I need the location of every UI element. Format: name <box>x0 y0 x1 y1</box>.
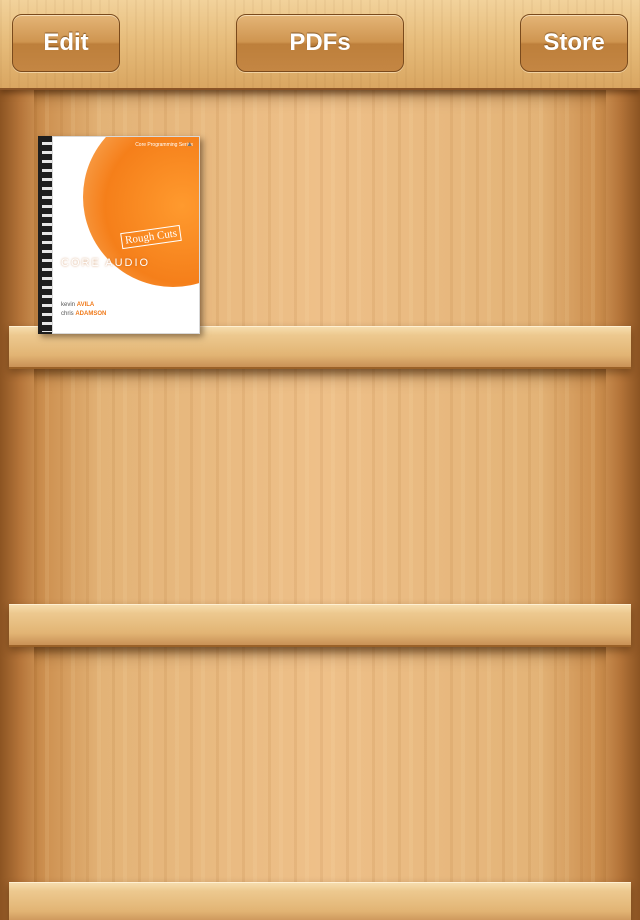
bookcase-left-side <box>0 88 36 920</box>
bookcase-right-side <box>604 88 640 920</box>
cover-authors: kevin AVILA chris ADAMSON <box>61 301 106 319</box>
shelf-back-3 <box>34 646 606 886</box>
book-cover: Core Programming Series ▲ Rough Cuts COR… <box>52 136 200 334</box>
spiral-binding <box>42 142 52 332</box>
author-2-first: chris <box>61 311 74 317</box>
shelf-plank-2 <box>9 604 631 647</box>
shelf-back-2 <box>34 368 606 608</box>
author-1: kevin AVILA <box>61 301 106 310</box>
cover-series: Core Programming Series <box>135 142 193 148</box>
book-core-audio[interactable]: Core Programming Series ▲ Rough Cuts COR… <box>38 136 200 334</box>
author-1-first: kevin <box>61 302 76 308</box>
edit-button[interactable]: Edit <box>12 14 120 72</box>
author-1-last: AVILA <box>76 302 95 308</box>
cover-title: CORE AUDIO <box>61 257 151 269</box>
author-2: chris ADAMSON <box>61 310 106 319</box>
shelf-plank-3 <box>9 882 631 920</box>
pdfs-button[interactable]: PDFs <box>236 14 404 72</box>
store-button[interactable]: Store <box>520 14 628 72</box>
bookshelf-screen: Edit PDFs Store Core Programming Series … <box>0 0 640 920</box>
navigation-bar: Edit PDFs Store <box>0 0 640 90</box>
publisher-logo-icon: ▲ <box>186 141 193 148</box>
author-2-last: ADAMSON <box>75 311 107 317</box>
